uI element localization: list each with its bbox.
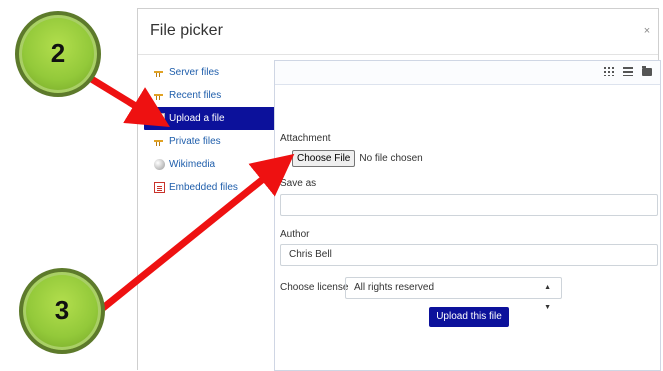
step-number: 2 [50, 38, 66, 68]
arrow-to-choose-file [100, 153, 295, 311]
step-number: 3 [54, 295, 70, 325]
step-badge-3: 3 [19, 268, 105, 354]
step-badge-2: 2 [15, 11, 101, 97]
